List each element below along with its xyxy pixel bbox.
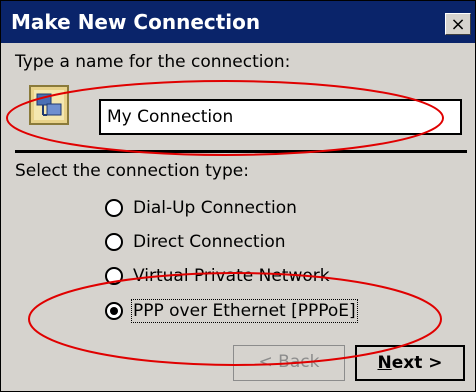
radio-option-dialup[interactable]: Dial-Up Connection xyxy=(105,195,297,221)
radio-button[interactable] xyxy=(105,199,123,217)
connection-type-label: Select the connection type: xyxy=(15,161,249,181)
make-new-connection-dialog: Make New Connection × Type a name for th… xyxy=(0,0,476,392)
next-button-label: Next > xyxy=(377,353,443,373)
radio-label: PPP over Ethernet [PPPoE] xyxy=(131,299,358,323)
radio-option-direct[interactable]: Direct Connection xyxy=(105,229,286,255)
title-bar: Make New Connection × xyxy=(1,1,475,43)
back-button[interactable]: < Back xyxy=(233,345,345,381)
radio-button-selected[interactable] xyxy=(105,302,123,320)
connection-name-input[interactable] xyxy=(99,99,462,135)
radio-option-vpn[interactable]: Virtual Private Network xyxy=(105,263,330,289)
radio-button[interactable] xyxy=(105,267,123,285)
window-title: Make New Connection xyxy=(11,10,261,34)
separator xyxy=(15,150,467,153)
radio-label: Direct Connection xyxy=(133,232,286,252)
radio-option-pppoe[interactable]: PPP over Ethernet [PPPoE] xyxy=(105,298,358,324)
next-button[interactable]: Next > xyxy=(355,345,465,381)
connection-name-label: Type a name for the connection: xyxy=(15,52,291,72)
radio-label: Dial-Up Connection xyxy=(133,198,297,218)
close-icon: × xyxy=(450,14,466,35)
radio-label: Virtual Private Network xyxy=(133,266,330,286)
radio-button[interactable] xyxy=(105,233,123,251)
back-button-label: < Back xyxy=(258,352,320,372)
close-button[interactable]: × xyxy=(445,13,471,35)
network-connection-icon xyxy=(29,85,69,125)
